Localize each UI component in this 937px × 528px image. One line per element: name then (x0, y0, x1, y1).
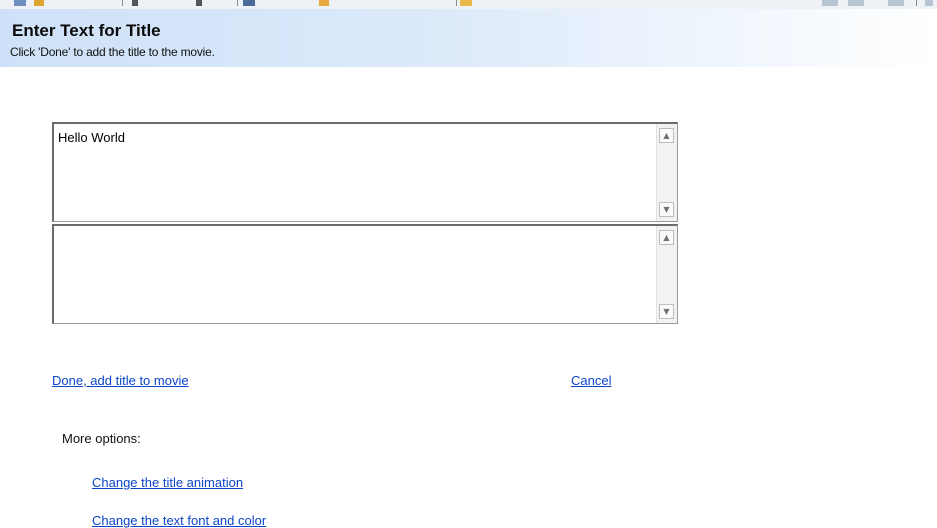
toolbar-icon[interactable] (132, 0, 138, 6)
toolbar-icon[interactable] (319, 0, 329, 6)
vertical-scrollbar[interactable]: ▲ ▼ (656, 226, 677, 323)
cancel-link[interactable]: Cancel (571, 373, 611, 388)
task-header: Enter Text for Title Click 'Done' to add… (0, 9, 937, 67)
done-add-title-link[interactable]: Done, add title to movie (52, 373, 189, 388)
toolbar-icon[interactable] (14, 0, 26, 6)
vertical-scrollbar[interactable]: ▲ ▼ (656, 124, 677, 221)
toolbar-icon[interactable] (888, 0, 904, 6)
toolbar-icon[interactable] (243, 0, 255, 6)
title-text-input[interactable]: Hello World ▲ ▼ (52, 122, 678, 222)
up-arrow-icon[interactable]: ▲ (659, 128, 674, 143)
toolbar-separator (456, 0, 457, 6)
toolbar-separator (916, 0, 917, 6)
toolbar-icon[interactable] (925, 0, 933, 6)
toolbar-separator (122, 0, 123, 6)
page-instructions: Click 'Done' to add the title to the mov… (10, 45, 215, 59)
toolbar-icon[interactable] (460, 0, 472, 6)
down-arrow-icon[interactable]: ▼ (659, 304, 674, 319)
toolbar-icon[interactable] (822, 0, 838, 6)
toolbar-icon[interactable] (848, 0, 864, 6)
toolbar-icon[interactable] (34, 0, 44, 6)
more-options-label: More options: (62, 431, 141, 446)
page-title: Enter Text for Title (12, 21, 161, 40)
change-title-animation-link[interactable]: Change the title animation (92, 475, 243, 490)
title-text-value: Hello World (58, 130, 125, 145)
down-arrow-icon[interactable]: ▼ (659, 202, 674, 217)
toolbar-separator (237, 0, 238, 6)
up-arrow-icon[interactable]: ▲ (659, 230, 674, 245)
subtitle-text-input[interactable]: ▲ ▼ (52, 224, 678, 324)
change-font-color-link[interactable]: Change the text font and color (92, 513, 266, 528)
toolbar-icon[interactable] (196, 0, 202, 6)
